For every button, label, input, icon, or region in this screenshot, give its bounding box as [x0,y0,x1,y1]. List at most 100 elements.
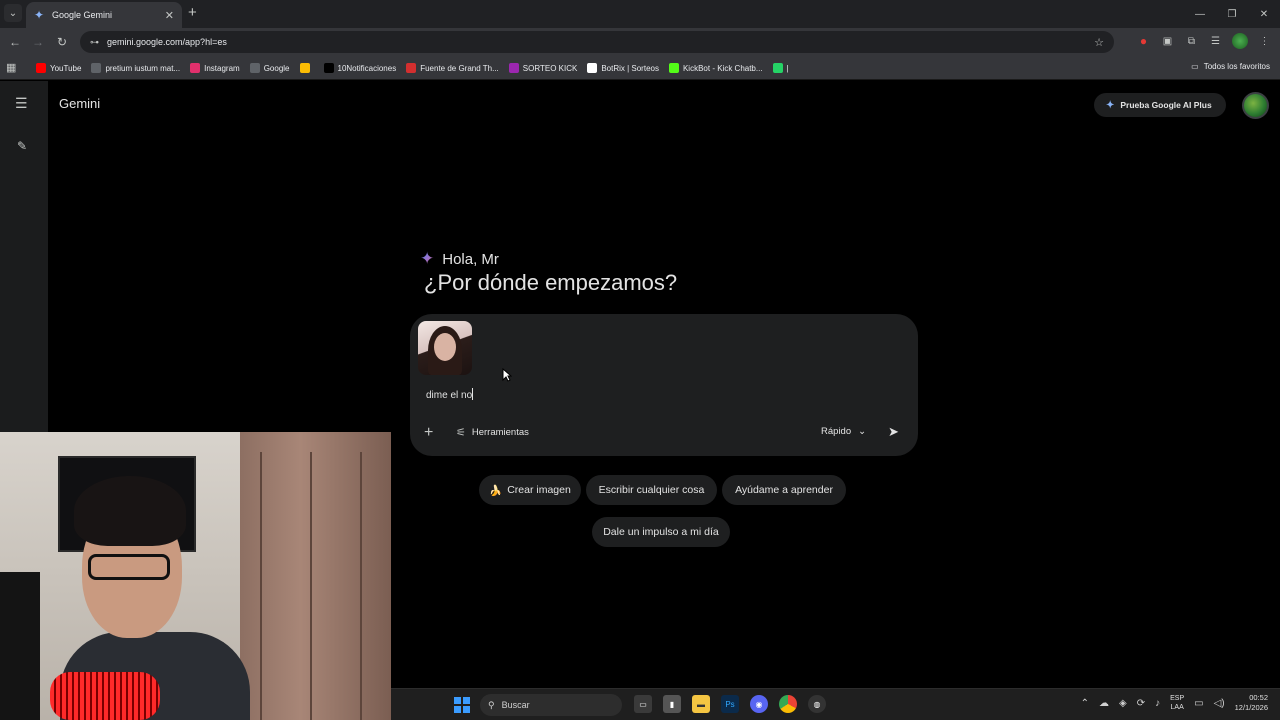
bookmark-item[interactable]: SORTEO KICK [508,63,577,73]
browser-menu-icon[interactable]: ⋮ [1257,34,1272,49]
sync-icon[interactable]: ⟳ [1137,698,1145,709]
extension-icon[interactable]: ▣ [1160,34,1175,49]
bookmark-item[interactable]: pretium iustum mat... [91,63,180,73]
minimize-button[interactable]: — [1184,0,1216,28]
bookmark-favicon-icon [299,63,310,73]
media-control-icon[interactable]: ☰ [1208,34,1223,49]
bookmarks-bar: ▦ YouTube pretium iustum mat... Instagram G… [0,56,1280,80]
chip-label: Dale un impulso a mi día [603,526,719,538]
chip-impulso[interactable]: Dale un impulso a mi día [592,517,730,547]
cloud-icon[interactable]: ☁ [1099,698,1109,709]
forward-button[interactable]: → [30,34,46,50]
bookmark-label: Fuente de Grand Th... [420,63,499,73]
recording-extension-icon[interactable]: ● [1136,34,1151,49]
attached-image-thumbnail[interactable] [418,321,472,375]
bookmark-item[interactable] [299,63,314,73]
restore-button[interactable]: ❐ [1216,0,1248,28]
folder-icon: ▭ [1191,62,1199,71]
system-tray: ⌃ ☁ ◈ ⟳ ♪ ESP LAA ▭ ◁) 00:52 12/1/2026 [1081,693,1268,713]
language-top: ESP [1170,695,1185,702]
all-bookmarks-label: Todos los favoritos [1203,62,1270,71]
bookmark-favicon-icon [190,63,201,73]
bookmark-favicon-icon [587,63,598,73]
browser-toolbar: ← → ↻ ⊶ gemini.google.com/app?hl=es ☆ ● … [0,28,1280,56]
all-bookmarks-button[interactable]: ▭ Todos los favoritos [1191,62,1270,71]
bookmark-favicon-icon [772,63,783,73]
chevron-up-icon[interactable]: ⌃ [1081,698,1089,709]
chip-label: Escribir cualquier cosa [598,484,705,496]
bookmark-label: 10Notificaciones [337,63,397,73]
tools-label: Herramientas [471,427,529,438]
close-window-button[interactable]: ✕ [1248,0,1280,28]
app-title[interactable]: Gemini [59,96,100,111]
prompt-composer: dime el no + ⚟ Herramientas Rápido ⌄ ➤ [410,314,918,456]
tab-gemini[interactable]: ✦ Google Gemini ✕ [26,2,182,28]
app-icon[interactable]: ▮ [663,695,681,713]
bookmark-item[interactable]: YouTube [36,63,81,73]
windows-start-icon[interactable] [454,697,470,713]
chip-crear-imagen[interactable]: 🍌 Crear imagen [479,475,581,505]
bookmark-label: pretium iustum mat... [105,63,181,73]
site-info-icon[interactable]: ⊶ [90,37,99,48]
chrome-icon[interactable] [779,695,797,713]
account-avatar[interactable] [1242,92,1269,119]
taskbar: ⚲ Buscar ▭ ▮ ▬ Ps ◉ ◍ ⌃ ☁ ◈ ⟳ ♪ ESP LAA … [391,688,1280,720]
extensions-puzzle-icon[interactable]: ⧉ [1184,34,1199,49]
new-chat-icon[interactable]: ✎ [17,139,27,153]
bookmark-item[interactable]: Google [249,63,290,73]
network-icon[interactable]: ◈ [1119,698,1127,709]
bookmark-label: YouTube [50,63,82,73]
bookmark-label: BotRix | Sorteos [601,63,659,73]
taskbar-apps: ▭ ▮ ▬ Ps ◉ ◍ [634,695,826,713]
menu-icon[interactable]: ☰ [15,95,28,112]
language-bottom: LAA [1170,704,1184,711]
bookmark-item[interactable]: 10Notificaciones [323,63,397,73]
url-text[interactable]: gemini.google.com/app?hl=es [107,37,1086,47]
upgrade-button[interactable]: ✦ Prueba Google AI Plus [1094,93,1226,117]
apps-grid-icon[interactable]: ▦ [6,61,16,74]
model-selector[interactable]: Rápido ⌄ [821,426,866,437]
language-indicator[interactable]: ESP LAA [1170,694,1184,712]
prompt-input-value: dime el no [426,390,473,401]
tab-close-icon[interactable]: ✕ [165,9,174,22]
monitor-icon[interactable]: ▭ [1194,698,1203,709]
reload-button[interactable]: ↻ [54,34,70,50]
discord-icon[interactable]: ◉ [750,695,768,713]
bookmark-item[interactable]: | [772,63,789,73]
tools-sliders-icon: ⚟ [456,427,466,439]
send-button[interactable]: ➤ [888,424,899,440]
bookmark-item[interactable]: BotRix | Sorteos [587,63,659,73]
gemini-sparkle-icon: ✦ [420,249,435,268]
bookmark-item[interactable]: KickBot - Kick Chatb... [668,63,763,73]
chip-aprender[interactable]: Ayúdame a aprender [722,475,846,505]
photoshop-icon[interactable]: Ps [721,695,739,713]
webcam-overlay [0,432,391,720]
model-label: Rápido [821,426,852,437]
tab-search-icon[interactable]: ⌄ [4,4,22,22]
upgrade-label: Prueba Google AI Plus [1120,100,1212,110]
bookmark-favicon-icon [508,63,519,73]
obs-icon[interactable]: ◍ [808,695,826,713]
bookmark-star-icon[interactable]: ☆ [1094,36,1104,49]
clock[interactable]: 00:52 12/1/2026 [1235,693,1268,713]
page-headline: ¿Por dónde empezamos? [424,270,678,295]
chip-escribir[interactable]: Escribir cualquier cosa [586,475,717,505]
search-icon: ⚲ [488,699,495,710]
microphone-icon[interactable]: ♪ [1155,698,1160,709]
task-view-icon[interactable]: ▭ [634,695,652,713]
prompt-input[interactable]: dime el no [426,388,474,401]
profile-avatar-icon[interactable] [1232,33,1248,49]
volume-icon[interactable]: ◁) [1214,698,1225,709]
text-caret [472,388,474,400]
file-explorer-icon[interactable]: ▬ [692,695,710,713]
address-bar[interactable]: ⊶ gemini.google.com/app?hl=es ☆ [80,31,1114,53]
bookmark-item[interactable]: Fuente de Grand Th... [406,63,499,73]
bookmark-item[interactable]: Instagram [190,63,240,73]
new-tab-button[interactable]: + [188,5,197,21]
add-attachment-button[interactable]: + [424,425,433,441]
tools-button[interactable]: ⚟ Herramientas [456,426,529,439]
taskbar-search[interactable]: ⚲ Buscar [480,694,622,716]
back-button[interactable]: ← [7,34,23,50]
sparkle-icon: ✦ [1106,99,1115,111]
bookmark-favicon-icon [668,63,679,73]
